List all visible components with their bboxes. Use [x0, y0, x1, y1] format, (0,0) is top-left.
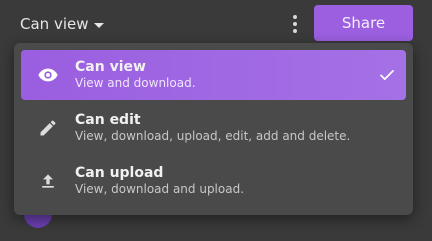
more-options-icon[interactable] [287, 13, 303, 35]
share-dialog: Can view Share Can view View and downloa… [0, 0, 432, 241]
permission-select-label: Can view [20, 15, 89, 33]
upload-icon [21, 156, 75, 206]
menu-item-can-edit[interactable]: Can edit View, download, upload, edit, a… [21, 103, 406, 153]
checkmark-icon [378, 66, 396, 84]
permission-menu: Can view View and download. Can edit Vie… [14, 43, 413, 215]
menu-item-can-upload[interactable]: Can upload View, download and upload. [21, 156, 406, 206]
menu-item-description: View and download. [75, 76, 196, 90]
eye-icon [21, 50, 75, 100]
permission-select[interactable]: Can view [20, 12, 105, 36]
menu-item-can-view[interactable]: Can view View and download. [21, 50, 406, 100]
pencil-icon [21, 103, 75, 153]
menu-item-description: View, download and upload. [75, 182, 245, 196]
menu-item-title: Can view [75, 59, 146, 75]
menu-item-title: Can edit [75, 112, 141, 128]
share-button[interactable]: Share [314, 5, 413, 41]
menu-item-title: Can upload [75, 165, 164, 181]
menu-item-description: View, download, upload, edit, add and de… [75, 129, 351, 143]
caret-down-icon [94, 22, 105, 28]
